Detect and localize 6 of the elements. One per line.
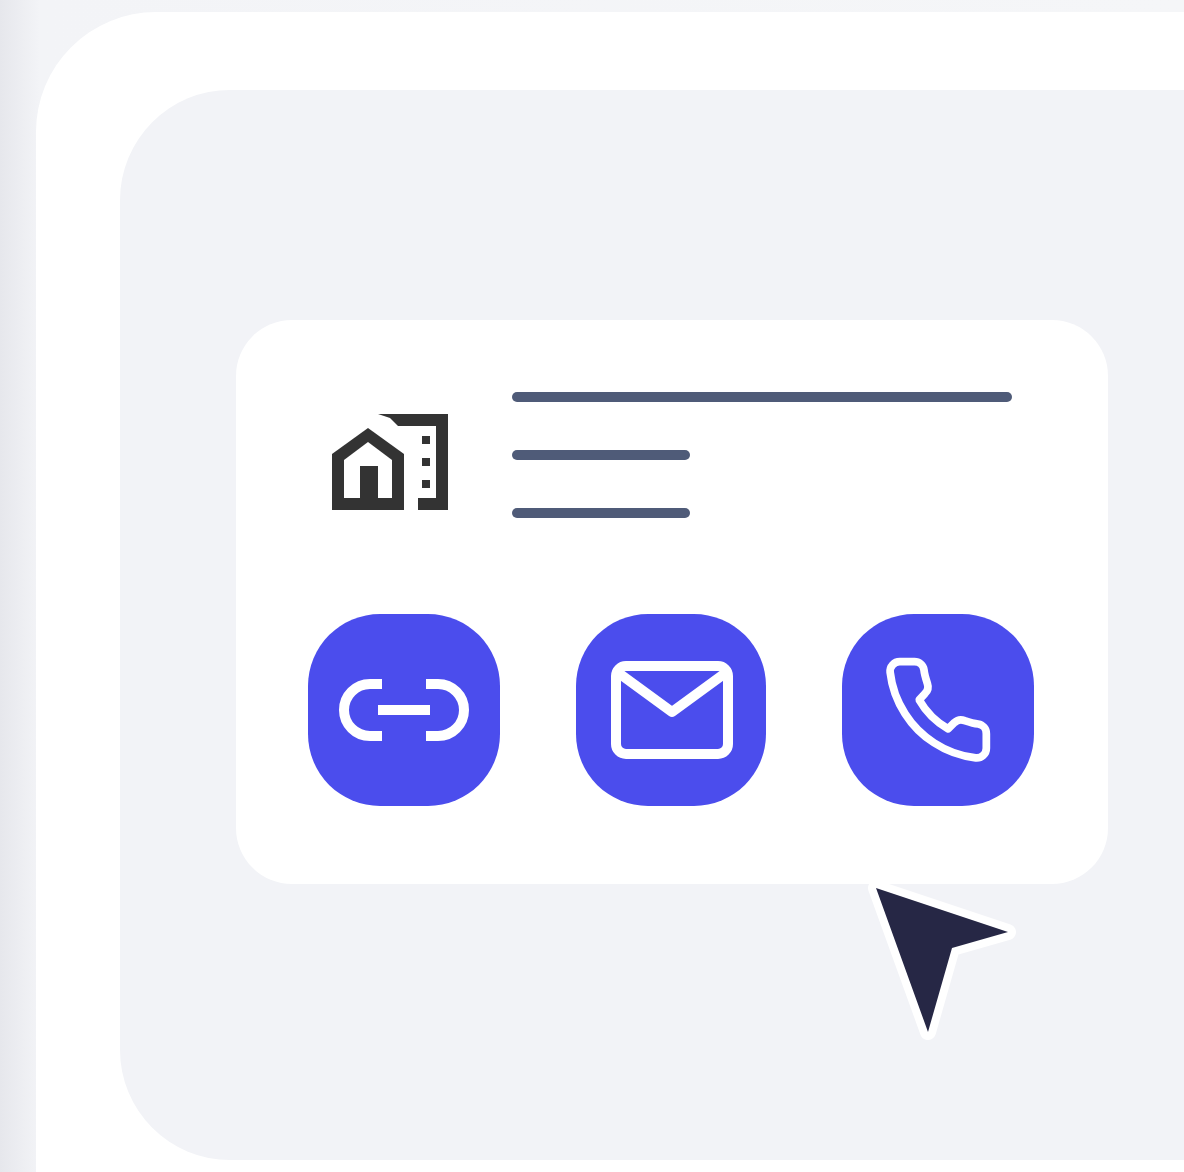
link-icon (337, 676, 470, 744)
mail-icon (609, 660, 733, 760)
link-button[interactable] (308, 614, 500, 806)
email-button[interactable] (575, 614, 767, 806)
buildings-icon (330, 410, 450, 510)
phone-button[interactable] (842, 614, 1035, 806)
